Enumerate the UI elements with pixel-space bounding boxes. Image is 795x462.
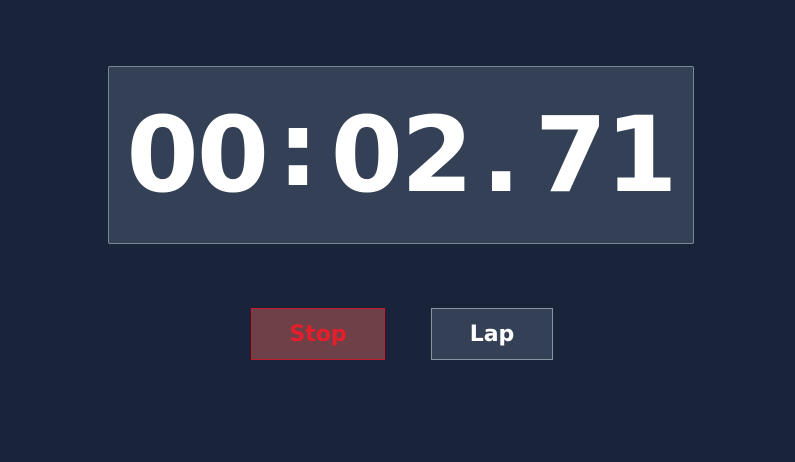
timer-seconds: 02 bbox=[330, 94, 474, 216]
timer-colon-separator: : bbox=[277, 88, 319, 210]
timer-readout: 00 : 02 . 71 bbox=[109, 67, 693, 243]
lap-button-label: Lap bbox=[469, 321, 515, 347]
lap-button[interactable]: Lap bbox=[431, 308, 553, 360]
timer-minutes: 00 bbox=[126, 94, 269, 216]
timer-dot-separator: . bbox=[481, 94, 520, 216]
stop-button-label: Stop bbox=[289, 321, 347, 347]
timer-display: 00 : 02 . 71 bbox=[108, 66, 694, 244]
stop-button[interactable]: Stop bbox=[251, 308, 385, 360]
timer-centiseconds: 71 bbox=[534, 94, 678, 216]
